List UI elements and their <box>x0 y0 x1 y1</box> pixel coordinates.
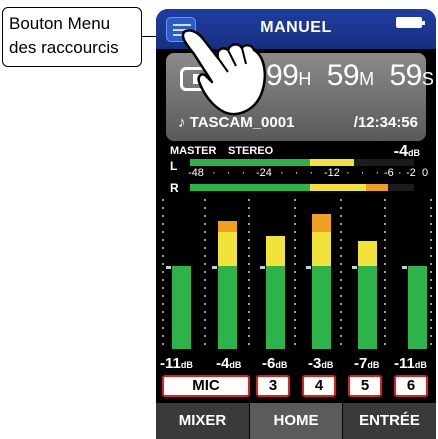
meter-reference-mark <box>352 266 357 269</box>
meter-reference-mark <box>402 266 407 269</box>
left-channel-label: L <box>170 159 178 173</box>
meter-grid-dots <box>294 199 296 349</box>
meter-grid-dots <box>162 199 164 349</box>
channel-level-unit: dB <box>414 360 427 370</box>
scale-dots: · · · <box>212 167 250 179</box>
bottom-tabs: MIXER HOME ENTRÉE <box>156 403 436 439</box>
channel-6-level: -11dB <box>394 355 427 372</box>
tab-mixer[interactable]: MIXER <box>156 403 249 439</box>
scale-dots: · · · <box>346 167 384 179</box>
meter-grid-dots <box>248 199 250 349</box>
meter-grid-dots <box>384 199 386 349</box>
scale-dots: · <box>398 167 402 179</box>
stereo-label: STEREO <box>228 145 274 157</box>
channel-meter-bar <box>172 266 191 349</box>
channel-level-unit: dB <box>321 360 334 370</box>
right-master-bar <box>190 184 414 191</box>
channel-meter-bar <box>266 266 285 349</box>
channel-level-value: -11 <box>394 355 415 372</box>
battery-icon <box>396 17 425 28</box>
meter-reference-mark <box>212 266 217 269</box>
tab-home[interactable]: HOME <box>250 403 342 439</box>
master-level-unit: dB <box>408 148 420 158</box>
channel-level-value: -4 <box>216 355 230 372</box>
minutes-unit: M <box>359 69 374 89</box>
total-time: /12:34:56 <box>353 114 418 131</box>
master-scale: -48 · · · -24 · · · -12 · · · -6 · -2 0 <box>188 167 428 181</box>
time-counter: 99H 59M 59S <box>266 59 436 93</box>
channel-meter-bar <box>312 266 331 349</box>
channel-meter-bar <box>358 266 377 349</box>
callout-line-2: des raccourcis <box>9 38 119 57</box>
channel-4-button[interactable]: 4 <box>302 375 336 397</box>
channel-3-button[interactable]: 3 <box>256 375 290 397</box>
pointing-hand-icon <box>181 29 266 116</box>
channel-level-value: -6 <box>262 355 276 372</box>
meter-reference-mark <box>306 266 311 269</box>
channel-meter-bar <box>218 266 237 349</box>
channel-6-button[interactable]: 6 <box>394 375 428 397</box>
channel-meters <box>156 197 436 355</box>
minutes-value: 59 <box>326 59 360 92</box>
channel-level-unit: dB <box>367 360 380 370</box>
scale-tick: -24 <box>256 167 272 179</box>
scale-tick: -12 <box>324 167 340 179</box>
seconds-value: 59 <box>389 59 422 92</box>
scale-tick: -48 <box>188 167 204 179</box>
channel-4-level: -3dB <box>308 355 333 372</box>
channel-meter-bar <box>218 221 237 232</box>
callout-line-1: Bouton Menu <box>9 14 111 33</box>
channel-level-value: -11 <box>160 355 181 372</box>
channel-5-button[interactable]: 5 <box>348 375 382 397</box>
channel-meter-bar <box>312 214 331 232</box>
meter-reference-mark <box>260 266 265 269</box>
channel-mic-button[interactable]: MIC <box>162 375 250 397</box>
scale-tick: 0 <box>422 167 429 179</box>
channel-meter-bar <box>312 232 331 266</box>
meter-grid-dots <box>204 199 206 349</box>
callout-label: Bouton Menu des raccourcis <box>2 7 142 67</box>
channel-meter-bar <box>408 266 427 349</box>
right-channel-label: R <box>170 181 179 195</box>
channel-level-unit: dB <box>229 360 242 370</box>
channel-2-level: -4dB <box>216 355 241 372</box>
channel-level-unit: dB <box>275 360 288 370</box>
master-level-value: -4 <box>393 143 408 160</box>
meter-grid-dots <box>430 199 432 349</box>
scale-tick: -2 <box>406 167 416 179</box>
channel-3-level: -6dB <box>262 355 287 372</box>
seconds-unit: S <box>421 69 434 89</box>
meter-grid-dots <box>340 199 342 349</box>
channel-level-value: -3 <box>308 355 322 372</box>
channel-meter-bar <box>266 236 285 266</box>
scale-tick: -6 <box>384 167 394 179</box>
left-master-bar <box>190 159 414 166</box>
meter-reference-mark <box>166 266 171 269</box>
scale-dots: · · · <box>280 167 318 179</box>
master-label: MASTER <box>170 145 217 157</box>
channel-1-level: -11dB <box>160 355 193 372</box>
channel-5-level: -7dB <box>354 355 379 372</box>
channel-meter-bar <box>358 241 377 266</box>
master-meter: MASTER STEREO -4dB L -48 · · · -24 · · ·… <box>166 143 428 201</box>
hours-unit: H <box>298 69 311 89</box>
tab-input[interactable]: ENTRÉE <box>343 403 436 439</box>
channel-level-unit: dB <box>180 360 193 370</box>
channel-meter-bar <box>218 232 237 266</box>
channel-level-value: -7 <box>354 355 368 372</box>
